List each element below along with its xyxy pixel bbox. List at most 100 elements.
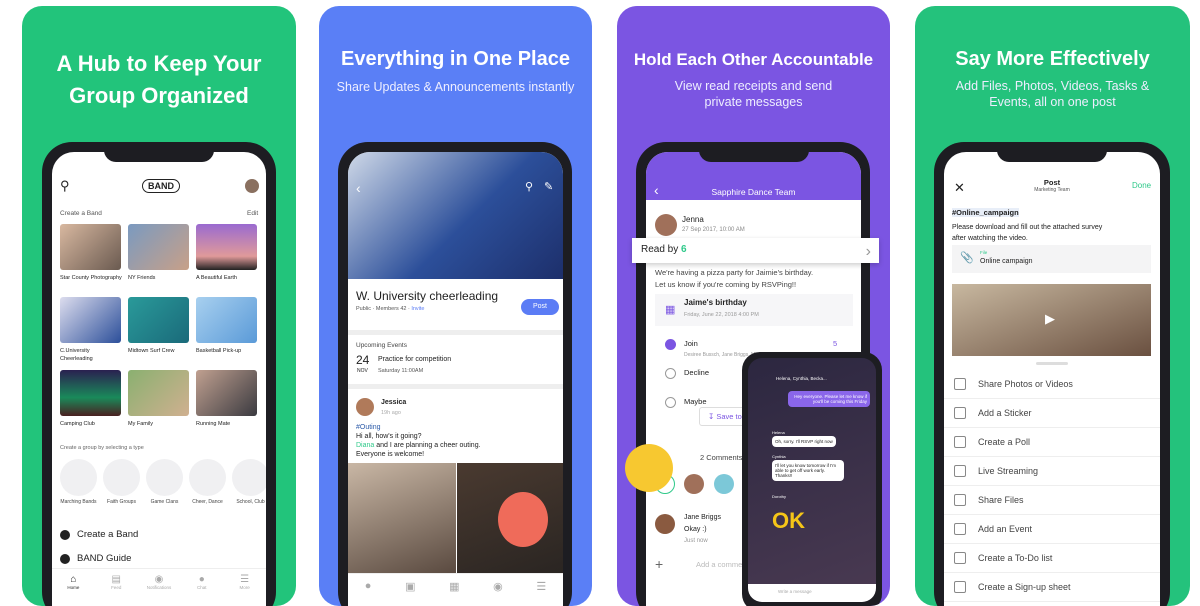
menu-item[interactable]: Add a Sticker xyxy=(944,399,1160,428)
read-receipt-banner[interactable]: Read by 6 › xyxy=(632,238,879,263)
file-label: File xyxy=(980,250,988,255)
gamepad-icon[interactable] xyxy=(146,459,183,496)
invite-link[interactable]: Invite xyxy=(411,306,424,312)
band-name[interactable]: My Family xyxy=(128,420,190,428)
message-input[interactable]: Write a message xyxy=(778,589,812,594)
tab-more[interactable]: ☰ More xyxy=(223,569,266,606)
band-name[interactable]: A Beautiful Earth xyxy=(196,274,258,282)
compose-icon[interactable]: ✎ xyxy=(544,180,553,193)
chat-sender: Helena xyxy=(772,430,785,435)
rsvp-radio[interactable] xyxy=(665,339,676,350)
menu-item[interactable]: Create a Poll xyxy=(944,428,1160,457)
event-title[interactable]: Practice for competition xyxy=(378,356,451,363)
dancer-icon[interactable] xyxy=(189,459,226,496)
author-name: Jessica xyxy=(381,399,407,406)
type-prompt: Create a group by selecting a type xyxy=(60,445,144,451)
event-date: Friday, June 22, 2018 4:00 PM xyxy=(684,312,759,318)
rsvp-radio[interactable] xyxy=(665,397,676,408)
drum-icon[interactable] xyxy=(60,459,97,496)
band-thumbnail[interactable] xyxy=(60,370,121,416)
search-icon[interactable]: ⚲ xyxy=(60,178,70,194)
file-attachment[interactable]: 📎 File Online campaign xyxy=(952,245,1151,273)
type-label: Cheer, Dance xyxy=(192,499,223,505)
headline: Hold Each Other Accountable xyxy=(633,50,874,69)
poll-icon xyxy=(954,436,966,448)
band-name[interactable]: C.University Cheerleading xyxy=(60,347,122,363)
rsvp-option[interactable]: Join xyxy=(684,339,698,348)
menu-item[interactable]: Create a Sign-up sheet xyxy=(944,573,1160,602)
band-thumbnail[interactable] xyxy=(196,224,257,270)
band-thumbnail[interactable] xyxy=(128,224,189,270)
post-line: Diana and I are planning a cheer outing. xyxy=(356,442,481,449)
tab-notifications[interactable]: ◉ Notifications xyxy=(138,569,181,606)
chat-title: Helena, Cynthia, Becka... xyxy=(776,376,827,381)
photo-icon[interactable]: ▣ xyxy=(405,580,415,606)
band-thumbnail[interactable] xyxy=(196,297,257,343)
band-name[interactable]: NY Friends xyxy=(128,274,190,282)
rsvp-option[interactable]: Decline xyxy=(684,368,709,377)
menu-item[interactable]: Add an Event xyxy=(944,515,1160,544)
composer-title: Post xyxy=(1043,178,1061,187)
band-logo: BAND xyxy=(142,179,180,193)
back-icon[interactable]: ‹ xyxy=(356,180,361,196)
chat-icon[interactable]: ● xyxy=(365,580,372,606)
band-name[interactable]: Basketball Pick-up xyxy=(196,347,258,355)
file-name: Online campaign xyxy=(980,258,1033,265)
rsvp-radio[interactable] xyxy=(665,368,676,379)
book-icon[interactable] xyxy=(103,459,140,496)
menu-item[interactable]: Share Photos or Videos xyxy=(944,370,1160,399)
band-thumbnail[interactable] xyxy=(60,297,121,343)
band-name[interactable]: Midtown Surf Crew xyxy=(128,347,190,355)
band-name[interactable]: Star County Photography xyxy=(60,274,122,282)
post-body[interactable]: Please download and fill out the attache… xyxy=(952,222,1112,244)
ok-sticker: OK xyxy=(772,508,805,533)
create-band-link[interactable]: Create a Band xyxy=(77,529,138,540)
menu-icon[interactable]: ☰ xyxy=(536,580,546,606)
commenter-avatar xyxy=(655,514,675,534)
menu-item[interactable]: Share Files xyxy=(944,486,1160,515)
rsvp-count[interactable]: 5 xyxy=(833,339,837,348)
reaction-avatar xyxy=(714,474,734,494)
subtitle: View read receipts and send private mess… xyxy=(674,79,833,109)
todo-icon xyxy=(954,552,966,564)
comment-time: Just now xyxy=(684,538,708,544)
composer-subtitle: Marketing Team xyxy=(1034,187,1070,193)
band-name[interactable]: Camping Club xyxy=(60,420,122,428)
avatar[interactable] xyxy=(245,179,259,193)
chat-bubble: I'll let you know tomorrow if I'm able t… xyxy=(772,460,844,481)
menu-item[interactable]: Create a To-Do list xyxy=(944,544,1160,573)
plus-icon xyxy=(60,530,70,540)
band-name[interactable]: Running Mate xyxy=(196,420,258,428)
calendar-icon xyxy=(954,523,966,535)
events-title: Upcoming Events xyxy=(356,342,407,349)
comments-count[interactable]: 2 Comments xyxy=(700,453,743,462)
jersey-icon[interactable] xyxy=(232,459,266,496)
post-text: We're having a pizza party for Jaimie's … xyxy=(655,268,814,277)
post-button[interactable]: Post xyxy=(521,299,559,315)
band-thumbnail[interactable] xyxy=(60,224,121,270)
search-icon[interactable]: ⚲ xyxy=(525,180,533,193)
tab-home[interactable]: ⌂ Home xyxy=(52,569,95,606)
post-line: Hi all, how's it going? xyxy=(356,433,422,440)
create-band-header[interactable]: Create a Band xyxy=(60,210,102,217)
menu-item[interactable]: Live Streaming xyxy=(944,457,1160,486)
tab-feed[interactable]: ▤ Feed xyxy=(95,569,138,606)
calendar-icon[interactable]: ▦ xyxy=(449,580,459,606)
rsvp-option[interactable]: Maybe xyxy=(684,397,707,406)
band-guide-link[interactable]: BAND Guide xyxy=(77,553,131,564)
comment-input[interactable]: Add a comment xyxy=(696,560,749,569)
hashtag[interactable]: #Online_campaign xyxy=(952,208,1019,217)
band-thumbnail[interactable] xyxy=(128,370,189,416)
edit-button[interactable]: Edit xyxy=(247,210,258,217)
chat-bubble-me: Hey everyone. Please let me know if you'… xyxy=(788,391,870,407)
done-button[interactable]: Done xyxy=(1132,181,1151,190)
band-thumbnail[interactable] xyxy=(128,297,189,343)
comment-text: Okay :) xyxy=(684,526,707,533)
tab-chat[interactable]: ● Chat xyxy=(180,569,223,606)
band-thumbnail[interactable] xyxy=(196,370,257,416)
members-icon[interactable]: ◉ xyxy=(493,580,503,606)
play-icon[interactable]: ▶ xyxy=(1045,311,1055,327)
hashtag[interactable]: #Outing xyxy=(356,424,381,431)
plus-icon[interactable]: + xyxy=(655,556,663,572)
chat-icon: ● xyxy=(198,574,205,585)
